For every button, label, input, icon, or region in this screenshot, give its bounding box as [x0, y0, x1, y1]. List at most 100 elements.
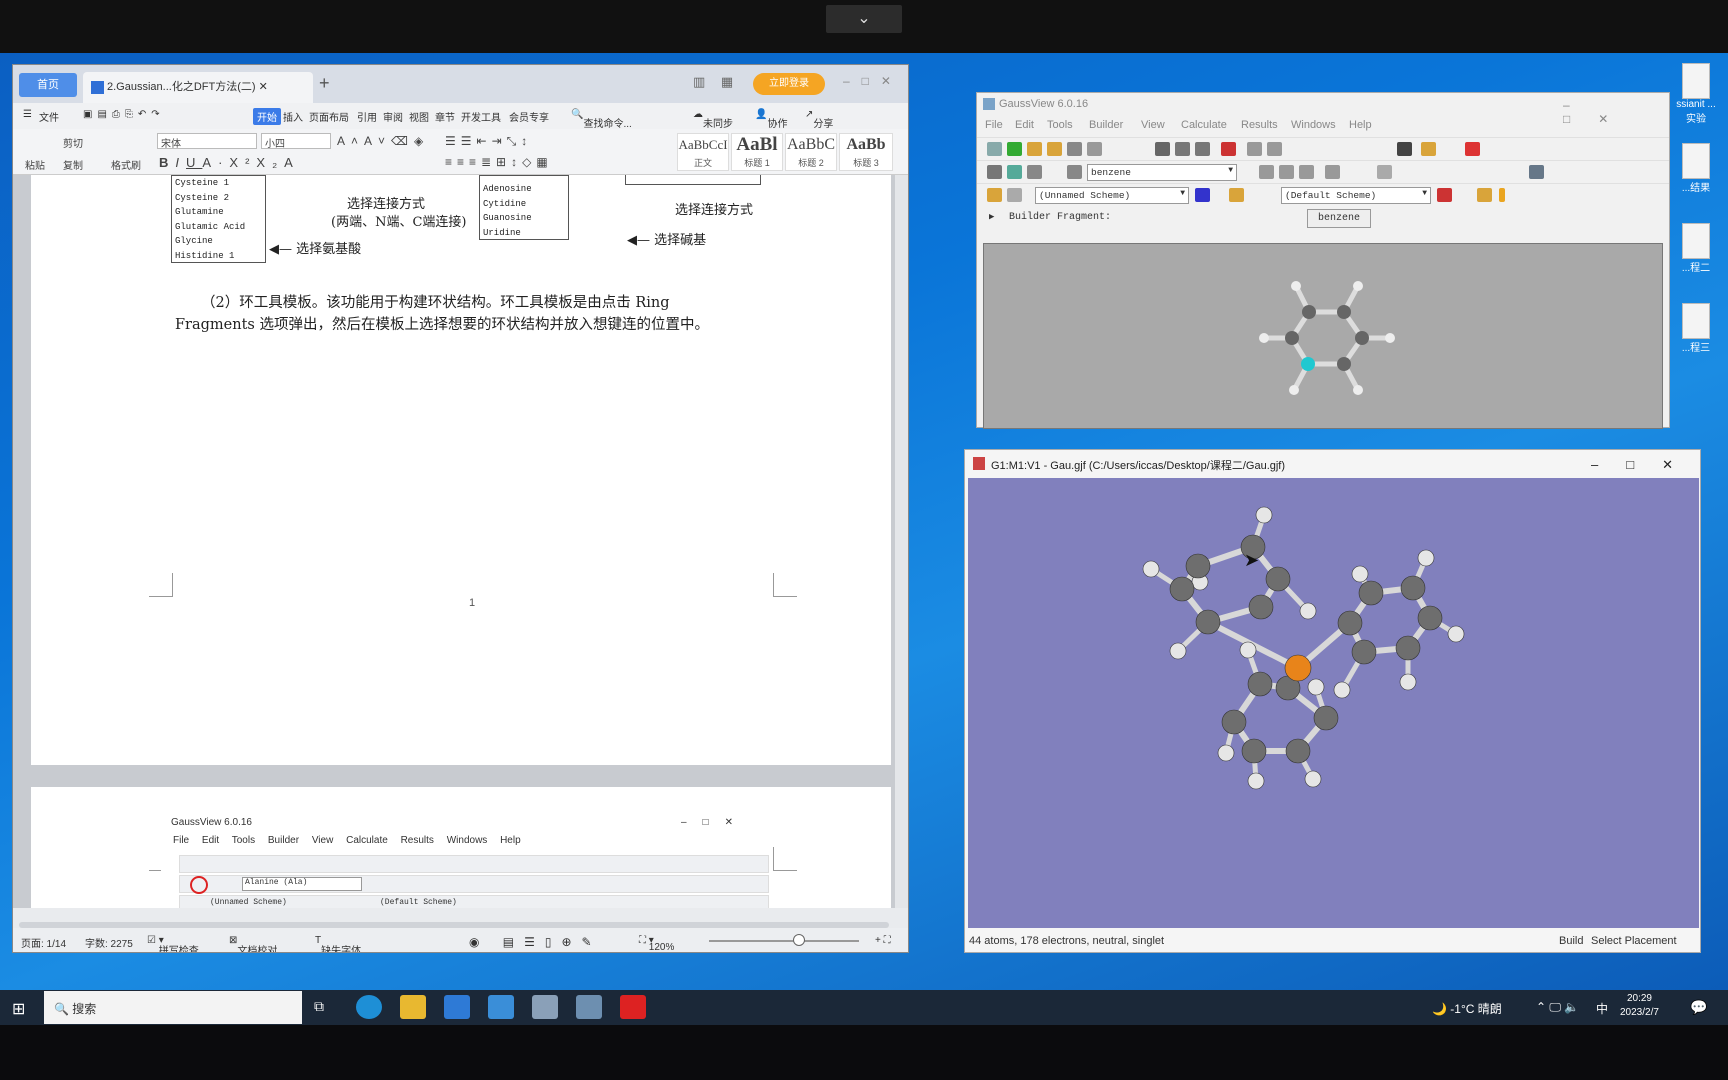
- redo-icon[interactable]: [1267, 142, 1282, 156]
- sync-status[interactable]: ☁ 未同步: [693, 109, 733, 130]
- inquire-icon[interactable]: [1325, 165, 1340, 179]
- file-explorer-icon[interactable]: [400, 995, 426, 1019]
- doc-proof[interactable]: ⊠ 文档校对: [229, 935, 277, 952]
- fragment-preview-viewport[interactable]: [983, 243, 1663, 429]
- hydrogen-atom[interactable]: [1142, 560, 1160, 578]
- color-scheme-icon[interactable]: [1195, 188, 1210, 202]
- mail-icon[interactable]: [488, 995, 514, 1019]
- search-command[interactable]: 🔍 查找命令...: [571, 109, 632, 130]
- gaussview-taskbar-icon[interactable]: [576, 995, 602, 1019]
- menu-chapter[interactable]: 章节: [435, 109, 455, 124]
- list-icons[interactable]: ☰☰⇤⇥⤡↕: [445, 134, 532, 149]
- dihedral-icon[interactable]: [1299, 165, 1314, 179]
- gv-menu-calculate[interactable]: Calculate: [1181, 119, 1227, 131]
- default-scheme-combo[interactable]: (Default Scheme) ▼: [1281, 187, 1431, 204]
- menu-insert[interactable]: 插入: [283, 109, 303, 124]
- carbon-atom[interactable]: [1337, 610, 1363, 636]
- delete-icon[interactable]: [1221, 142, 1236, 156]
- undo-icon[interactable]: [1247, 142, 1262, 156]
- format-painter-button[interactable]: 格式刷: [111, 157, 141, 172]
- print-icon[interactable]: [1067, 142, 1082, 156]
- style-heading2[interactable]: AaBbC 标题 2: [785, 133, 837, 171]
- desktop-icon-2[interactable]: ...结果: [1676, 143, 1716, 194]
- word-count[interactable]: 字数: 2275: [85, 935, 133, 950]
- hydrogen-atom[interactable]: [1169, 642, 1187, 660]
- carbon-atom[interactable]: [1221, 709, 1247, 735]
- store-icon[interactable]: [444, 995, 470, 1019]
- vertical-scrollbar[interactable]: [895, 175, 908, 908]
- copy-icon[interactable]: [1175, 142, 1190, 156]
- carbon-atom[interactable]: [1248, 594, 1274, 620]
- fragment-icon[interactable]: [1067, 165, 1082, 179]
- carbon-atom[interactable]: [1417, 605, 1443, 631]
- carbon-atom[interactable]: [1241, 738, 1267, 764]
- weather-widget[interactable]: 🌙 -1°C 晴朗: [1432, 1000, 1502, 1017]
- window-controls[interactable]: –□✕: [843, 74, 903, 88]
- light-icon[interactable]: [1477, 188, 1492, 202]
- carbon-atom[interactable]: [1395, 635, 1421, 661]
- hydrogen-atom[interactable]: [1217, 744, 1235, 762]
- carbon-atom[interactable]: [1265, 566, 1291, 592]
- share-button[interactable]: ↗ 分享: [805, 109, 833, 130]
- selected-atom[interactable]: [1301, 357, 1315, 371]
- gv-menu-file[interactable]: File: [985, 119, 1003, 131]
- gv-menu-builder[interactable]: Builder: [1089, 119, 1123, 131]
- spell-check[interactable]: ☑ 拼写检查 ▾: [147, 935, 199, 952]
- copy-button[interactable]: 复制: [63, 157, 83, 172]
- desktop-icon-4[interactable]: ...程三: [1676, 303, 1716, 354]
- carbon-atom[interactable]: [1285, 738, 1311, 764]
- login-button[interactable]: 立即登录: [753, 73, 825, 95]
- flag-icon[interactable]: [1465, 142, 1480, 156]
- gaussian-icon[interactable]: [532, 995, 558, 1019]
- fragment-combo[interactable]: benzene ▼: [1087, 164, 1237, 181]
- carbon-atom[interactable]: [1313, 705, 1339, 731]
- menu-file[interactable]: 文件: [39, 109, 59, 124]
- symmetrize-icon[interactable]: [1377, 165, 1392, 179]
- surfaces-icon[interactable]: [1229, 188, 1244, 202]
- wps-taskbar-icon[interactable]: [620, 995, 646, 1019]
- bond-icon[interactable]: [1259, 165, 1274, 179]
- style-icon[interactable]: [1007, 188, 1022, 202]
- hydrogen-atom[interactable]: [1247, 772, 1265, 790]
- palette-icon[interactable]: [1437, 188, 1452, 202]
- zoom-slider[interactable]: [709, 940, 859, 942]
- hydrogen-atom[interactable]: [1239, 641, 1257, 659]
- menu-view[interactable]: 视图: [409, 109, 429, 124]
- open-icon[interactable]: [1027, 142, 1042, 156]
- angle-icon[interactable]: [1279, 165, 1294, 179]
- style-heading3[interactable]: AaBb 标题 3: [839, 133, 893, 171]
- carbon-atom[interactable]: [1195, 609, 1221, 635]
- molecule-viewport[interactable]: ➤: [968, 478, 1699, 928]
- element-icon[interactable]: [987, 165, 1002, 179]
- font-name-select[interactable]: 宋体: [157, 133, 257, 150]
- carbon-atom[interactable]: [1169, 576, 1195, 602]
- desktop-icon-1[interactable]: ssianit ...实验: [1676, 63, 1716, 125]
- paste-icon[interactable]: [1195, 142, 1210, 156]
- zoom-in-icon[interactable]: + ⛶: [875, 935, 891, 946]
- carbon-atom[interactable]: [1185, 553, 1211, 579]
- gv-menu-results[interactable]: Results: [1241, 119, 1278, 131]
- hydrogen-atom[interactable]: [1399, 673, 1417, 691]
- zoom-slider-thumb[interactable]: [793, 934, 805, 946]
- add-icon[interactable]: [1007, 142, 1022, 156]
- clean-icon[interactable]: [1529, 165, 1544, 179]
- hydrogen-atom[interactable]: [1299, 602, 1317, 620]
- tray-icons[interactable]: ⌃ 🖵 🔈: [1536, 1000, 1579, 1015]
- menu-reference[interactable]: 引用: [357, 109, 377, 124]
- carbon-atom[interactable]: [1247, 671, 1273, 697]
- display-icon[interactable]: [987, 188, 1002, 202]
- carbon-atom[interactable]: [1351, 639, 1377, 665]
- desktop-icon-3[interactable]: ...程二: [1676, 223, 1716, 274]
- menu-member[interactable]: 会员专享: [509, 109, 549, 124]
- scheme-combo[interactable]: (Unnamed Scheme) ▼: [1035, 187, 1189, 204]
- alert-icon[interactable]: [1499, 188, 1505, 202]
- zoom-level[interactable]: ⛶ 120% ▾: [639, 935, 674, 952]
- font-size-select[interactable]: 小四: [261, 133, 331, 150]
- gv-molecule-window-controls[interactable]: –□✕: [1591, 457, 1701, 473]
- hydrogen-atom[interactable]: [1417, 549, 1435, 567]
- gv-menu-edit[interactable]: Edit: [1015, 119, 1034, 131]
- hydrogen-atom[interactable]: [1351, 565, 1369, 583]
- menu-start[interactable]: 开始: [253, 108, 281, 125]
- style-normal[interactable]: AaBbCcI 正文: [677, 133, 729, 171]
- cut-button[interactable]: 剪切: [63, 135, 83, 150]
